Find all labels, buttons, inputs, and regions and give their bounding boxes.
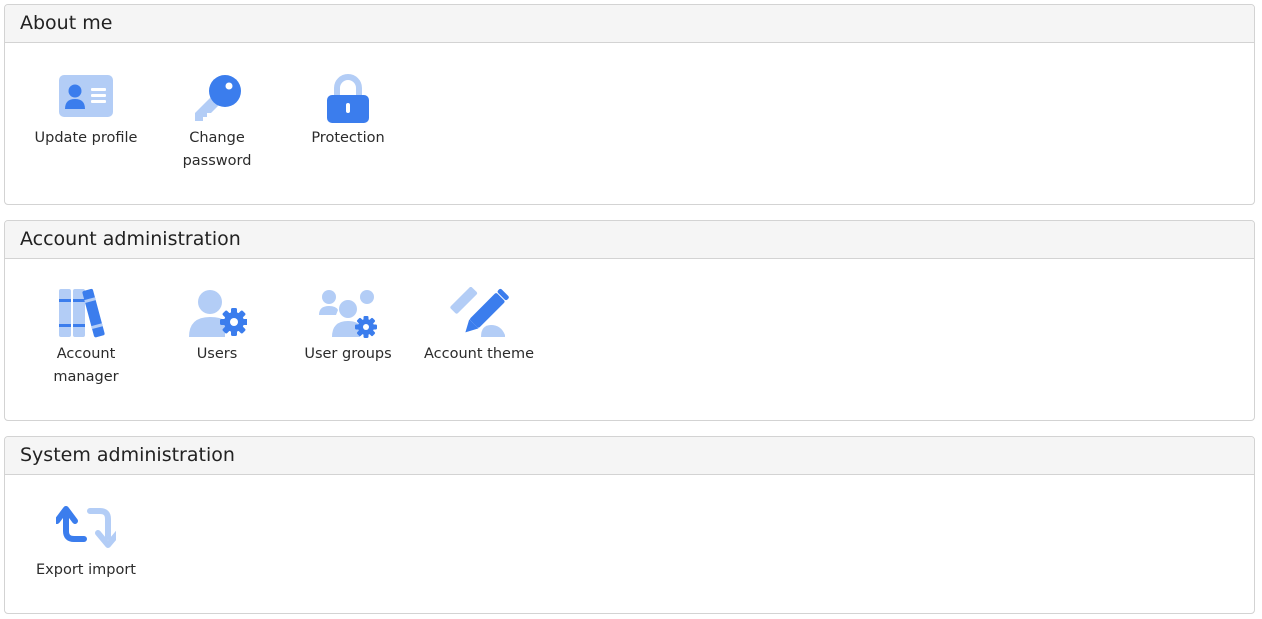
- section-title: About me: [5, 5, 1254, 43]
- section-account-administration: Account administration Account manager U…: [4, 220, 1255, 421]
- section-title: System administration: [5, 437, 1254, 475]
- tile-label: Change password: [182, 130, 252, 169]
- user-gear-icon: [187, 287, 247, 343]
- account-theme-tile[interactable]: Account theme: [419, 287, 539, 366]
- account-manager-tile[interactable]: Account manager: [26, 287, 146, 389]
- users-gear-icon: [318, 287, 378, 343]
- tile-label: Users: [196, 346, 238, 362]
- update-profile-tile[interactable]: Update profile: [26, 71, 146, 150]
- books-icon: [56, 287, 116, 343]
- tile-label: Protection: [311, 130, 385, 146]
- section-system-administration: System administration Export import: [4, 436, 1255, 614]
- user-groups-tile[interactable]: User groups: [288, 287, 408, 366]
- lock-icon: [318, 71, 378, 127]
- tile-label: User groups: [304, 346, 392, 362]
- id-card-icon: [56, 71, 116, 127]
- tile-label: Update profile: [34, 130, 138, 146]
- section-title: Account administration: [5, 221, 1254, 259]
- section-about-me: About me Update profile Change password …: [4, 4, 1255, 205]
- change-password-tile[interactable]: Change password: [157, 71, 277, 173]
- tile-label: Export import: [36, 562, 136, 578]
- pen-paint-icon: [449, 287, 509, 343]
- key-icon: [187, 71, 247, 127]
- arrows-repeat-icon: [56, 503, 116, 559]
- export-import-tile[interactable]: Export import: [26, 503, 146, 582]
- users-tile[interactable]: Users: [157, 287, 277, 366]
- protection-tile[interactable]: Protection: [288, 71, 408, 150]
- tile-label: Account theme: [424, 346, 534, 362]
- tile-label: Account manager: [53, 346, 119, 385]
